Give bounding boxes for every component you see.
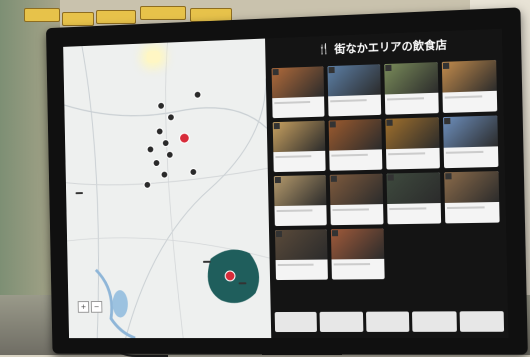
restaurant-card[interactable] (272, 120, 326, 173)
restaurant-name (276, 259, 328, 262)
zoom-in-button[interactable]: + (77, 301, 90, 313)
restaurant-detail-line (332, 208, 370, 212)
category-button[interactable] (274, 311, 318, 333)
card-index-badge (329, 121, 336, 128)
restaurant-photo (329, 173, 384, 206)
map-area-pill[interactable] (75, 192, 84, 195)
restaurant-name (274, 205, 326, 208)
card-index-badge (330, 175, 337, 182)
restaurant-detail-line (446, 206, 486, 210)
menu-sign (62, 12, 94, 26)
restaurant-photo (444, 171, 500, 203)
fork-knife-icon: 🍴 (317, 43, 331, 55)
restaurant-detail-line (277, 263, 314, 267)
restaurant-name (445, 202, 499, 205)
restaurant-card[interactable] (443, 115, 499, 169)
restaurant-detail-line (386, 97, 425, 101)
restaurant-name (387, 203, 441, 206)
restaurant-name (273, 151, 325, 154)
list-header: 🍴 街なかエリアの飲食店 (265, 29, 502, 65)
restaurant-card[interactable] (384, 62, 439, 115)
restaurant-card[interactable] (327, 64, 382, 117)
map-area-pill[interactable] (202, 260, 211, 263)
card-index-badge (275, 230, 283, 238)
restaurant-card[interactable] (444, 171, 500, 224)
category-button[interactable] (412, 311, 457, 332)
restaurant-name (332, 259, 385, 262)
restaurant-card[interactable] (328, 118, 383, 171)
restaurant-grid (271, 59, 504, 290)
category-button[interactable] (459, 311, 505, 332)
restaurant-detail-line (331, 153, 369, 157)
restaurant-name (444, 146, 498, 149)
restaurant-name (442, 91, 496, 95)
category-button[interactable] (365, 311, 410, 332)
highlight-marker[interactable] (224, 270, 236, 282)
restaurant-detail-line (333, 263, 371, 266)
restaurant-card[interactable] (441, 59, 498, 114)
restaurant-detail-line (276, 209, 313, 213)
map-area-pill[interactable] (238, 282, 247, 285)
restaurant-name (272, 96, 324, 100)
card-index-badge (442, 62, 450, 70)
restaurant-detail-line (445, 150, 484, 154)
restaurant-photo (385, 117, 440, 150)
restaurant-name (385, 93, 439, 97)
category-bar (270, 304, 509, 339)
kiosk-screen: + − 🍴 街なかエリアの飲食店 (63, 28, 509, 339)
restaurant-detail-line (330, 99, 368, 103)
restaurant-card[interactable] (386, 172, 442, 225)
restaurant-name (329, 149, 382, 152)
card-index-badge (445, 173, 452, 180)
restaurant-photo (384, 62, 439, 95)
category-button[interactable] (319, 311, 364, 332)
card-index-badge (331, 230, 339, 237)
restaurant-photo (330, 228, 385, 260)
restaurant-name (330, 204, 383, 207)
card-index-badge (387, 174, 394, 181)
restaurant-card[interactable] (385, 117, 440, 170)
list-title: 街なかエリアの飲食店 (334, 38, 448, 56)
map-roads (63, 39, 271, 339)
card-index-badge (385, 64, 392, 72)
restaurant-photo (271, 66, 325, 99)
restaurant-card[interactable] (330, 228, 385, 280)
restaurant-photo (273, 174, 327, 207)
restaurant-detail-line (388, 152, 426, 156)
card-index-badge (273, 122, 280, 130)
restaurant-photo (443, 115, 498, 148)
restaurant-photo (386, 172, 441, 205)
restaurant-name (386, 148, 440, 151)
card-index-badge (272, 68, 279, 76)
kiosk-monitor: + − 🍴 街なかエリアの飲食店 (45, 7, 528, 355)
restaurant-card[interactable] (329, 173, 384, 226)
restaurant-list-panel: 🍴 街なかエリアの飲食店 (265, 28, 509, 339)
menu-sign (140, 6, 186, 20)
card-index-badge (444, 117, 451, 125)
restaurant-photo (441, 59, 497, 93)
restaurant-name (328, 95, 381, 99)
restaurant-card[interactable] (273, 174, 327, 227)
restaurant-detail-line (389, 207, 427, 211)
card-index-badge (274, 176, 281, 184)
card-index-badge (386, 119, 393, 126)
restaurant-card[interactable] (274, 229, 328, 281)
restaurant-detail-line (274, 100, 311, 105)
restaurant-detail-line (444, 95, 483, 99)
restaurant-photo (328, 118, 382, 151)
restaurant-card[interactable] (271, 66, 325, 119)
zoom-out-button[interactable]: − (90, 301, 103, 313)
area-map[interactable]: + − (63, 38, 272, 339)
restaurant-photo (327, 64, 381, 97)
restaurant-photo (274, 229, 328, 261)
restaurant-photo (272, 120, 326, 153)
menu-sign (24, 8, 60, 22)
restaurant-detail-line (275, 155, 312, 159)
card-index-badge (328, 66, 335, 74)
screen-glare (146, 50, 161, 64)
menu-sign (96, 10, 136, 24)
